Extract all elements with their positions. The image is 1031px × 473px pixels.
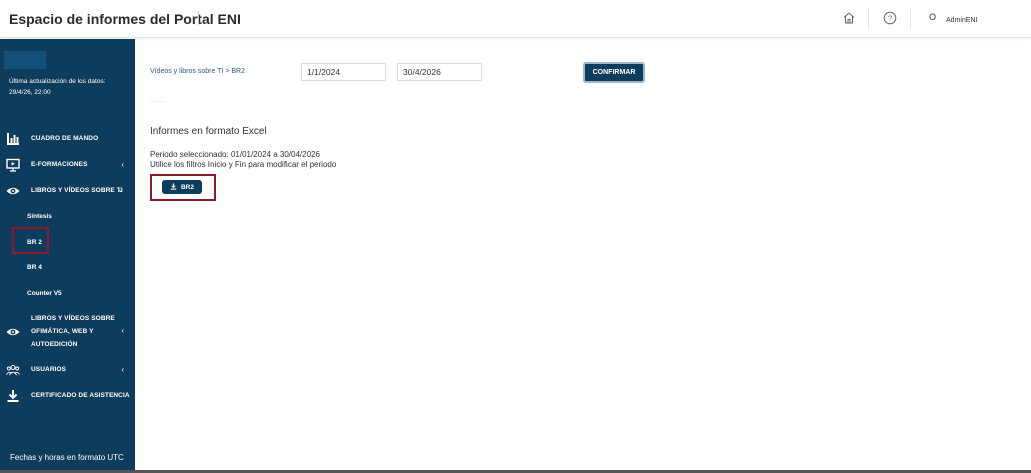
subitem-sintesis[interactable]: Síntesis: [27, 213, 52, 220]
user-avatar-initial[interactable]: O: [929, 12, 936, 22]
download-br2-button[interactable]: BR2: [162, 180, 202, 194]
nav-item-certificado-asistencia[interactable]: CERTIFICADO DE ASISTENCIA: [0, 385, 135, 407]
nav-label: LIBROS Y VÍDEOS SOBRE TI: [31, 187, 123, 194]
nav-label: CUADRO DE MANDO: [31, 135, 99, 142]
section-title: Informes en formato Excel: [150, 126, 267, 137]
nav-label: E-FORMACIONES: [31, 161, 88, 168]
last-update-value: 29/4/26, 22:00: [9, 89, 51, 96]
nav-item-libros-videos-ti[interactable]: LIBROS Y VÍDEOS SOBRE TI ⌄: [0, 180, 135, 202]
home-icon[interactable]: [842, 11, 856, 25]
nav-label-line: LIBROS Y VÍDEOS SOBRE: [31, 315, 115, 322]
svg-text:?: ?: [888, 14, 892, 23]
logo: [4, 51, 46, 69]
divider: [150, 101, 164, 102]
eye-icon: [6, 325, 20, 339]
users-icon: [6, 363, 20, 377]
bar-chart-icon: [6, 132, 20, 146]
filter-hint-text: Utilice los filtros Inicio y Fin para mo…: [150, 160, 337, 169]
period-info: Periodo seleccionado: 01/01/2024 a 30/04…: [150, 150, 336, 170]
chevron-left-icon: ‹: [121, 160, 124, 169]
chevron-down-icon: ⌄: [117, 185, 124, 194]
end-date-input[interactable]: [397, 63, 482, 81]
chevron-left-icon: ‹: [121, 326, 124, 335]
nav-label-line: AUTOEDICIÓN: [31, 341, 78, 348]
last-update-label: Última actualización de los datos:: [9, 78, 106, 85]
header-divider: [868, 9, 869, 29]
title-separator: [198, 11, 199, 25]
presentation-icon: [6, 158, 20, 172]
chevron-left-icon: ‹: [121, 365, 124, 374]
subitem-br4[interactable]: BR 4: [27, 264, 42, 271]
sidebar: Última actualización de los datos: 29/4/…: [0, 39, 135, 471]
nav-label-line: OFIMÁTICA, WEB Y: [31, 328, 94, 335]
nav-item-cuadro-de-mando[interactable]: CUADRO DE MANDO: [0, 128, 135, 150]
top-header: Espacio de informes del Portal ENI ? O A…: [0, 0, 1031, 38]
nav-label: CERTIFICADO DE ASISTENCIA: [31, 392, 130, 399]
download-icon: [6, 389, 20, 403]
last-update-info: Última actualización de los datos: 29/4/…: [9, 76, 129, 98]
subitem-counter-v5[interactable]: Counter V5: [27, 290, 62, 297]
nav-item-libros-videos-ofimatica[interactable]: LIBROS Y VÍDEOS SOBRE OFIMÁTICA, WEB Y A…: [0, 312, 135, 352]
confirm-button[interactable]: CONFIRMAR: [583, 62, 645, 83]
help-icon[interactable]: ?: [883, 11, 897, 25]
nav-label: USUARIOS: [31, 366, 67, 373]
app-title: Espacio de informes del Portal ENI: [9, 11, 241, 27]
subitem-br2[interactable]: BR 2: [27, 239, 42, 246]
download-label: BR2: [180, 183, 194, 191]
header-divider: [910, 9, 911, 29]
breadcrumb[interactable]: Vídeos y libros sobre TI > BR2: [150, 68, 245, 75]
nav-item-usuarios[interactable]: USUARIOS ‹: [0, 359, 135, 381]
start-date-input[interactable]: [301, 63, 386, 81]
user-name[interactable]: AdminENI: [946, 17, 978, 24]
eye-icon: [6, 184, 20, 198]
selected-period-text: Periodo seleccionado: 01/01/2024 a 30/04…: [150, 150, 320, 159]
nav-item-e-formaciones[interactable]: E-FORMACIONES ‹: [0, 154, 135, 176]
download-icon: [170, 182, 177, 192]
sidebar-footer-utc-note: Fechas y horas en formato UTC: [10, 453, 124, 462]
